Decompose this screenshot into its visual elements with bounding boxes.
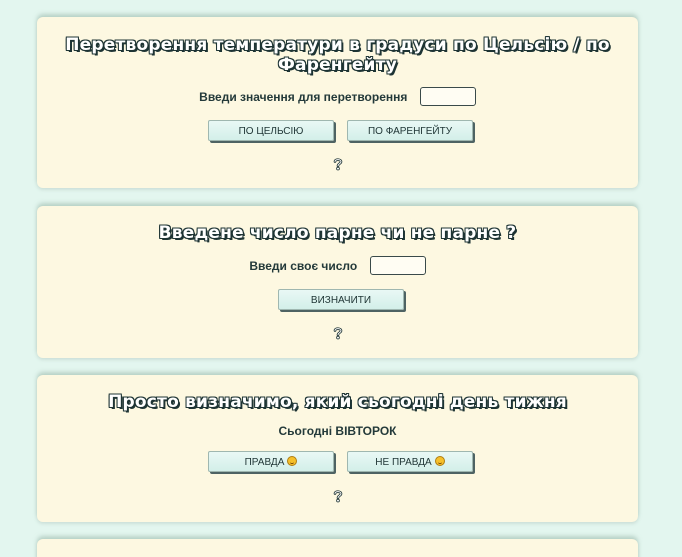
fahrenheit-button[interactable]: ПО ФАРЕНГЕЙТУ xyxy=(347,120,473,141)
temperature-input-label: Введи значення для перетворення xyxy=(199,89,408,104)
parity-input-label: Введи своє число xyxy=(249,258,358,273)
weekday-buttons: ПРАВДА НЕ ПРАВДА xyxy=(37,451,638,475)
parity-input[interactable] xyxy=(369,256,426,275)
weekday-title: Просто визначимо, який сьогодні день тиж… xyxy=(108,392,567,412)
temperature-card: Перетворення температури в градуси по Це… xyxy=(37,17,638,188)
question-icon[interactable] xyxy=(331,326,345,340)
parity-card: Введене число парне чи не парне ? Введи … xyxy=(37,206,638,358)
temperature-input[interactable] xyxy=(419,87,476,106)
temperature-title: Перетворення температури в градуси по Це… xyxy=(37,35,638,75)
next-card xyxy=(37,539,638,557)
question-icon[interactable] xyxy=(331,489,345,503)
temperature-title-line2: Фаренгейту xyxy=(277,55,398,75)
weekday-card: Просто визначимо, який сьогодні день тиж… xyxy=(37,375,638,522)
smiling-face-icon xyxy=(287,456,298,466)
temperature-buttons: ПО ЦЕЛЬСІЮ ПО ФАРЕНГЕЙТУ xyxy=(37,120,638,144)
true-button[interactable]: ПРАВДА xyxy=(208,451,334,472)
celsius-button[interactable]: ПО ЦЕЛЬСІЮ xyxy=(208,120,334,141)
parity-buttons: ВИЗНАЧИТИ xyxy=(37,289,638,313)
parity-title: Введене число парне чи не парне ? xyxy=(158,223,517,243)
smiling-face-icon xyxy=(434,456,445,466)
parity-input-row: Введи своє число xyxy=(37,256,638,275)
temperature-input-row: Введи значення для перетворення xyxy=(37,87,638,106)
today-text: Сьогодні ВІВТОРОК xyxy=(278,424,397,438)
true-button-label: ПРАВДА xyxy=(244,457,285,468)
temperature-title-line1: Перетворення температури в градуси по Це… xyxy=(65,35,610,55)
page: Перетворення температури в градуси по Це… xyxy=(0,0,682,557)
false-button[interactable]: НЕ ПРАВДА xyxy=(347,451,473,472)
false-button-label: НЕ ПРАВДА xyxy=(375,457,432,468)
determine-button[interactable]: ВИЗНАЧИТИ xyxy=(278,289,404,310)
question-icon[interactable] xyxy=(331,157,345,171)
